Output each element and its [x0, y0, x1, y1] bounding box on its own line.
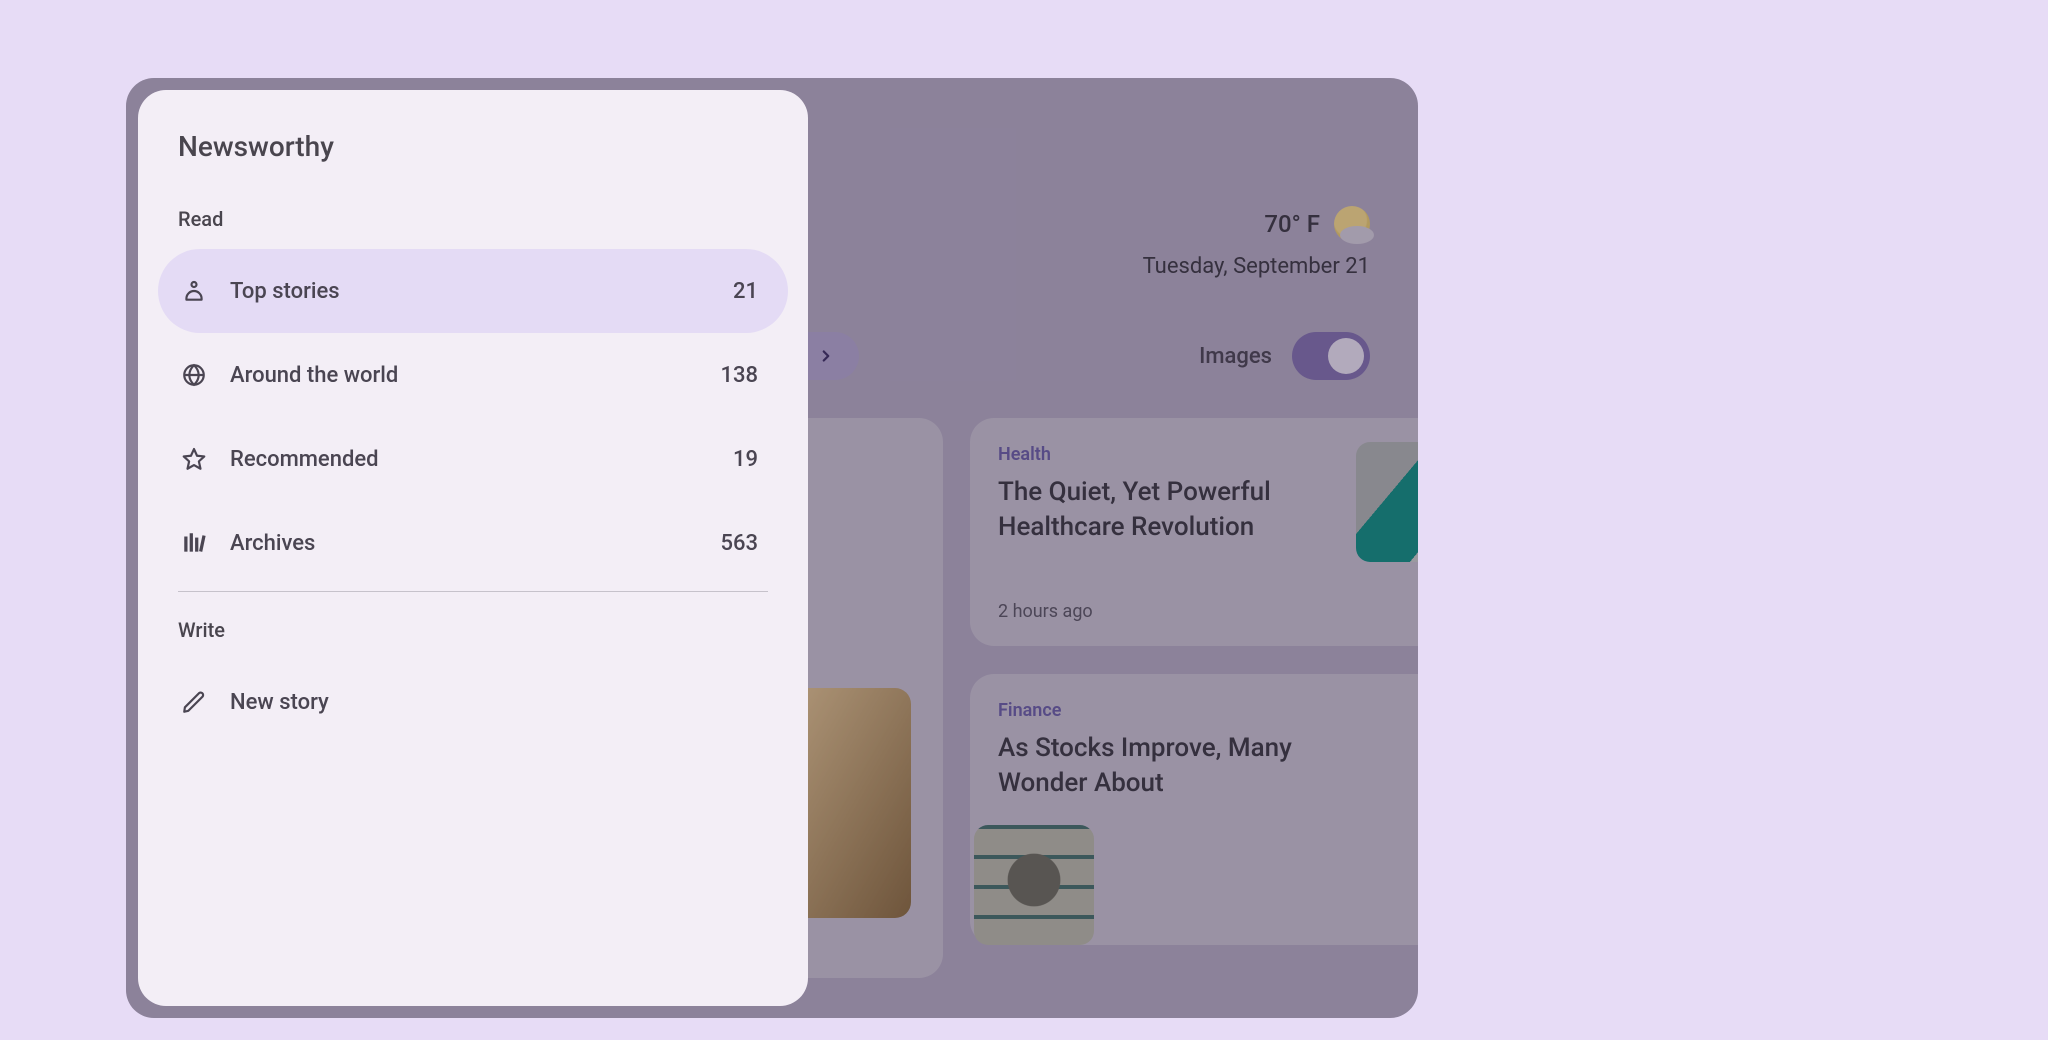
sidebar-item-recommended[interactable]: Recommended 19: [158, 417, 788, 501]
app-title: Newsworthy: [158, 130, 788, 163]
sidebar-item-around-world[interactable]: Around the world 138: [158, 333, 788, 417]
sidebar-item-count: 563: [720, 531, 758, 556]
star-icon: [180, 445, 208, 473]
section-divider: [178, 591, 768, 592]
article-thumbnail: [1356, 442, 1418, 562]
images-toggle-group: Images: [1199, 332, 1370, 380]
article-category: Health: [998, 444, 1418, 465]
sidebar-item-count: 21: [733, 279, 758, 304]
sidebar-item-label: Top stories: [230, 279, 340, 304]
article-title: As Stocks Improve, Many Wonder About: [998, 731, 1318, 801]
weather-date: 70° F Tuesday, September 21: [1143, 206, 1370, 279]
article-card-finance[interactable]: Finance As Stocks Improve, Many Wonder A…: [970, 674, 1418, 945]
globe-icon: [180, 361, 208, 389]
section-label-read: Read: [158, 207, 788, 231]
sidebar-item-top-stories[interactable]: Top stories 21: [158, 249, 788, 333]
person-pin-icon: [180, 277, 208, 305]
library-icon: [180, 529, 208, 557]
current-date: Tuesday, September 21: [1143, 254, 1370, 279]
weather-icon: [1334, 206, 1370, 242]
article-thumbnail: [974, 825, 1094, 945]
section-label-write: Write: [158, 618, 788, 642]
sidebar-item-count: 138: [720, 363, 758, 388]
article-timestamp: 2 hours ago: [998, 601, 1093, 622]
chevron-right-icon: [817, 347, 835, 365]
sidebar-item-new-story[interactable]: New story: [158, 660, 788, 744]
side-cards-column: Health The Quiet, Yet Powerful Healthcar…: [970, 418, 1418, 945]
sidebar-item-label: Recommended: [230, 447, 379, 472]
article-title: The Quiet, Yet Powerful Healthcare Revol…: [998, 475, 1318, 545]
sidebar-item-label: Around the world: [230, 363, 398, 388]
pencil-icon: [180, 688, 208, 716]
images-switch[interactable]: [1292, 332, 1370, 380]
navigation-drawer: Newsworthy Read Top stories 21 Around th…: [138, 90, 808, 1006]
images-toggle-label: Images: [1199, 344, 1272, 369]
app-window: 70° F Tuesday, September 21 . Most Read …: [126, 78, 1418, 1018]
temperature: 70° F: [1264, 210, 1320, 238]
article-card-health[interactable]: Health The Quiet, Yet Powerful Healthcar…: [970, 418, 1418, 646]
sidebar-item-label: Archives: [230, 531, 315, 556]
article-category: Finance: [998, 700, 1418, 721]
sidebar-item-count: 19: [733, 447, 758, 472]
sidebar-item-label: New story: [230, 690, 329, 715]
sidebar-item-archives[interactable]: Archives 563: [158, 501, 788, 585]
